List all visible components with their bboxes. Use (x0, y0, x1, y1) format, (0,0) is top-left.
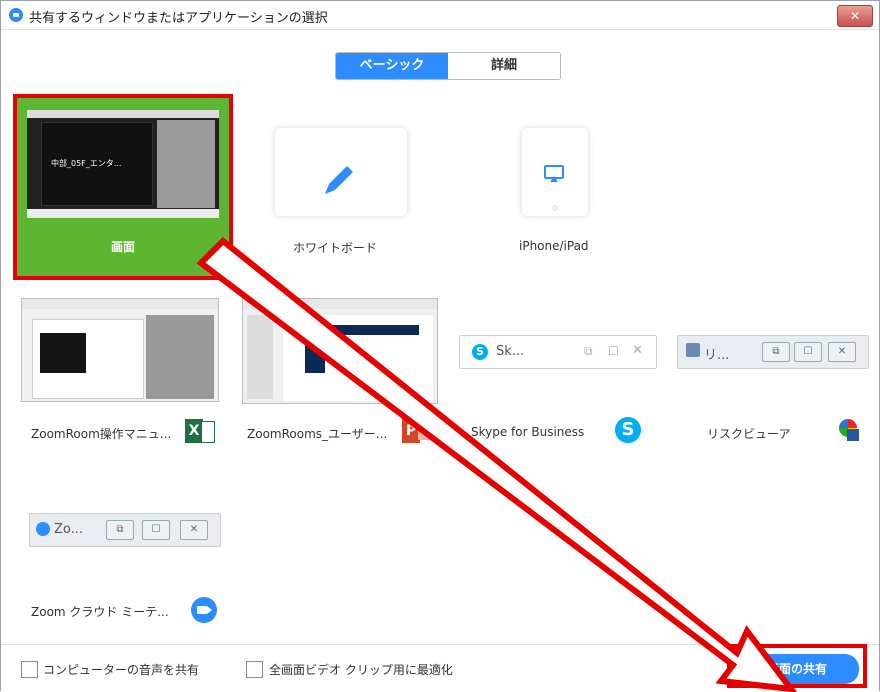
airplay-icon (544, 165, 564, 211)
screen-caption: 画面 (110, 240, 135, 254)
share-item-screen[interactable]: 中部_05F_エンタ... 画面 (13, 94, 233, 280)
pencil-icon (325, 166, 353, 194)
optimize-video-label: 全画面ビデオ クリップ用に最適化 (269, 663, 453, 677)
close-button[interactable]: ✕ (837, 5, 873, 27)
skype-icon: S (615, 417, 641, 443)
optimize-video-checkbox[interactable] (246, 661, 263, 678)
title-bar: 共有するウィンドウまたはアプリケーションの選択 ✕ (1, 1, 879, 30)
restore-icon: ⧉ (584, 344, 593, 358)
share-item-excel[interactable] (21, 298, 219, 402)
mode-tabs: ベーシック 詳細 (335, 52, 561, 80)
risk-caption: リスクビューア (707, 427, 791, 441)
zoom-icon (9, 8, 23, 22)
risk-bar-text: リ... (704, 348, 730, 363)
restore-button-2: ⧉ (106, 520, 134, 540)
skype-small-icon: S (472, 344, 488, 360)
close-small-icon: ✕ (632, 343, 643, 358)
iphone-caption: iPhone/iPad (519, 239, 589, 253)
skype-bar-text: Sk... (496, 344, 525, 359)
tab-basic[interactable]: ベーシック (336, 53, 448, 79)
maximize-icon: ☐ (608, 344, 619, 358)
share-item-iphone[interactable] (522, 128, 588, 216)
zoom-camera-icon (191, 597, 217, 623)
share-item-zoom[interactable]: Zo... ⧉ ☐ ✕ (29, 513, 221, 547)
share-audio-label: コンピューターの音声を共有 (43, 663, 200, 677)
share-item-powerpoint[interactable] (242, 298, 438, 404)
risk-viewer-icon (835, 417, 861, 443)
maximize-button: ☐ (794, 342, 822, 362)
tab-advanced[interactable]: 詳細 (448, 53, 560, 79)
screen-thumbnail-text: 中部_05F_エンタ... (51, 159, 122, 168)
maximize-button-2: ☐ (142, 520, 170, 540)
powerpoint-icon: P (402, 418, 430, 444)
window-title: 共有するウィンドウまたはアプリケーションの選択 (29, 11, 328, 26)
excel-icon: X (185, 418, 215, 444)
ppt-caption: ZoomRooms_ユーザー... (247, 427, 388, 441)
restore-button: ⧉ (762, 342, 790, 362)
excel-caption: ZoomRoom操作マニュ... (31, 427, 172, 441)
zoom-small-icon (36, 522, 50, 536)
zoom-caption: Zoom クラウド ミーテ... (31, 605, 169, 619)
share-item-risk-viewer[interactable]: リ... ⧉ ☐ ✕ (677, 335, 869, 369)
screen-thumbnail: 中部_05F_エンタ... (27, 110, 219, 218)
share-audio-checkbox[interactable] (21, 661, 38, 678)
risk-small-icon (686, 343, 700, 357)
zoom-bar-text: Zo... (54, 522, 84, 537)
share-dialog: 共有するウィンドウまたはアプリケーションの選択 ✕ ベーシック 詳細 中部_05… (0, 0, 880, 692)
close-small-button-2: ✕ (180, 520, 208, 540)
share-item-whiteboard[interactable] (275, 128, 407, 216)
skype-caption: Skype for Business (471, 425, 585, 439)
whiteboard-caption: ホワイトボード (293, 241, 378, 255)
share-item-skype[interactable]: S Sk... ⧉ ☐ ✕ (459, 335, 657, 369)
share-button-highlight (727, 644, 867, 688)
close-small-button: ✕ (828, 342, 856, 362)
